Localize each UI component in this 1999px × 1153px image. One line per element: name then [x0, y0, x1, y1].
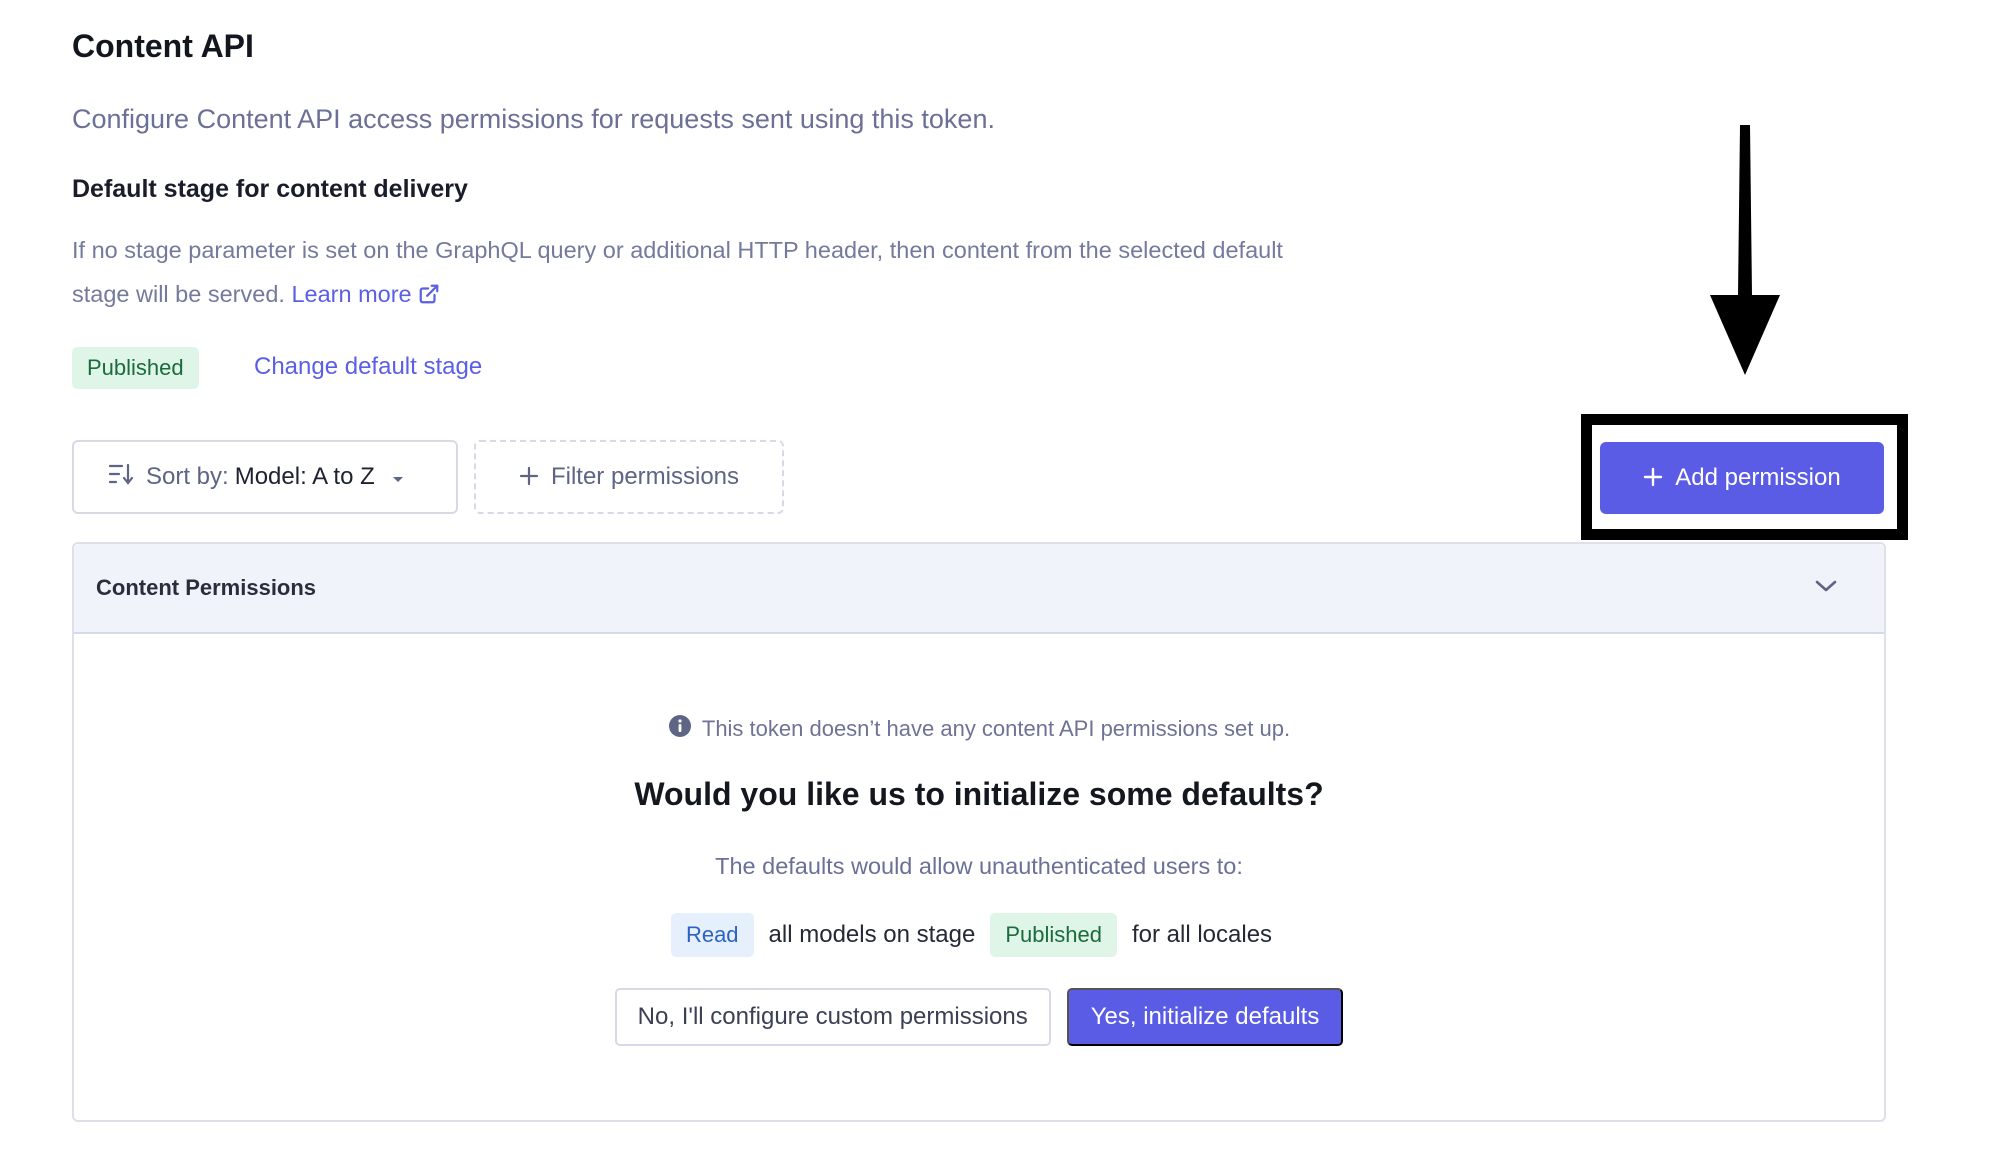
add-permission-label: Add permission [1675, 464, 1841, 491]
action-chip: Read [670, 913, 754, 957]
stage-chip: Published [990, 913, 1117, 957]
filter-permissions-button[interactable]: Filter permissions [474, 440, 784, 514]
learn-more-label: Learn more [291, 281, 412, 307]
add-permission-button[interactable]: Add permission [1600, 442, 1884, 514]
learn-more-link[interactable]: Learn more [291, 281, 439, 307]
sort-value: Model: A to Z [234, 463, 375, 490]
change-default-stage-link[interactable]: Change default stage [254, 353, 482, 381]
plus-icon [1643, 462, 1663, 494]
sort-prefix: Sort by: [146, 463, 229, 490]
chevron-down-icon[interactable] [1814, 578, 1838, 599]
page-title: Content API [72, 28, 254, 64]
defaults-explanation: The defaults would allow unauthenticated… [715, 853, 1243, 879]
init-defaults-actions: No, I'll configure custom permissions Ye… [74, 988, 1884, 1046]
sort-dropdown[interactable]: Sort by: Model: A to Z [72, 440, 458, 514]
content-permissions-panel: Content Permissions This token doesn’t h… [72, 542, 1886, 1122]
caret-down-icon [391, 463, 405, 491]
content-api-page: Content API Configure Content API access… [0, 0, 1999, 1153]
content-permissions-title: Content Permissions [96, 575, 317, 600]
default-rule: Read all models on stage Published for a… [74, 913, 1884, 957]
plus-icon [519, 462, 539, 493]
initialize-defaults-button[interactable]: Yes, initialize defaults [1066, 988, 1344, 1046]
configure-custom-permissions-button[interactable]: No, I'll configure custom permissions [614, 988, 1051, 1046]
no-permissions-notice: This token doesn’t have any content API … [74, 714, 1884, 744]
rule-middle-text: all models on stage [768, 921, 976, 948]
sort-icon [108, 462, 134, 493]
rule-suffix-text: for all locales [1131, 921, 1273, 948]
page-subtitle: Configure Content API access permissions… [72, 104, 995, 134]
down-arrow-annotation [1700, 125, 1790, 385]
external-link-icon [418, 275, 440, 319]
default-stage-help-text: If no stage parameter is set on the Grap… [72, 237, 1283, 307]
default-stage-help: If no stage parameter is set on the Grap… [72, 228, 1332, 319]
content-permissions-header[interactable]: Content Permissions [74, 544, 1884, 634]
init-defaults-question: Would you like us to initialize some def… [634, 776, 1324, 812]
default-stage-badge: Published [72, 347, 199, 389]
no-permissions-text: This token doesn’t have any content API … [701, 716, 1291, 741]
filter-permissions-label: Filter permissions [550, 463, 740, 490]
default-stage-heading: Default stage for content delivery [72, 175, 468, 203]
info-icon [668, 714, 692, 744]
